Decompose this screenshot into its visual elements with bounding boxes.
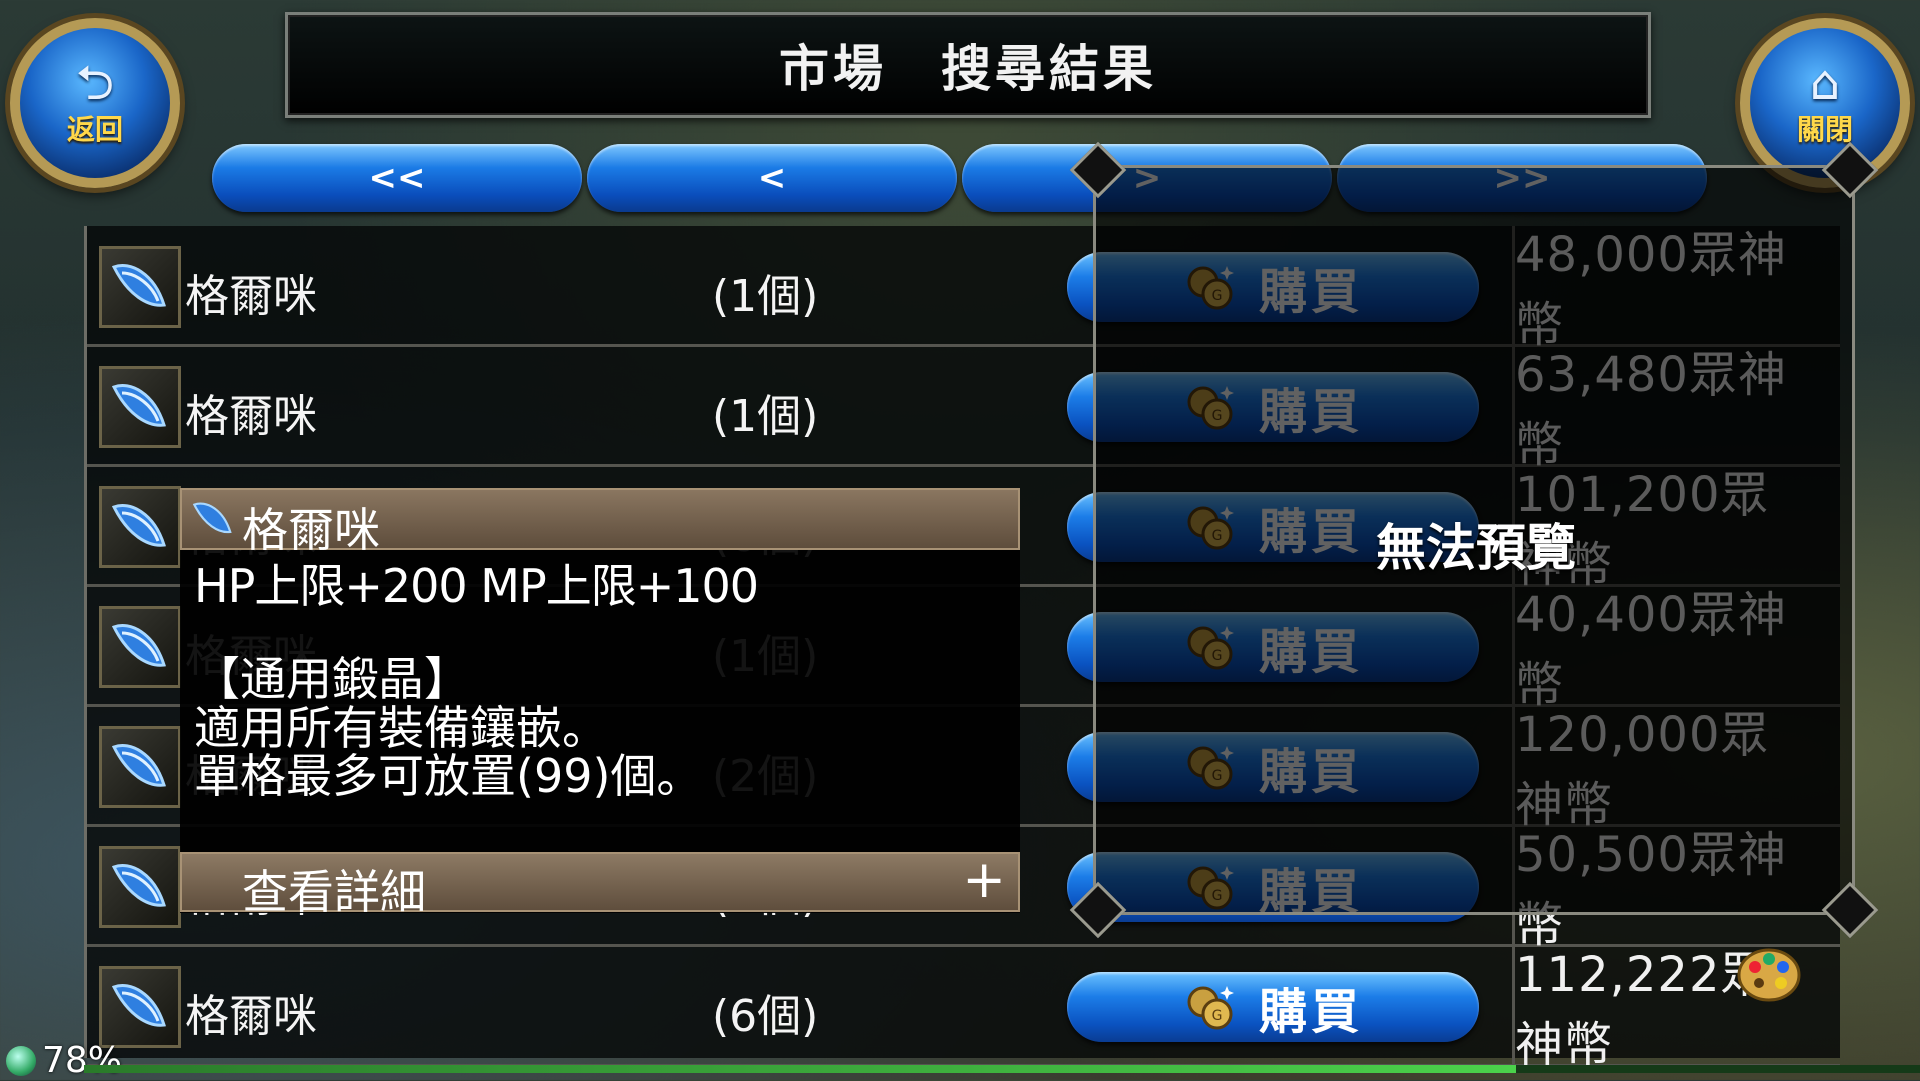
svg-text:G: G — [1212, 1008, 1223, 1024]
coins-icon: G — [1183, 980, 1237, 1034]
close-label: 關閉 — [1796, 113, 1853, 146]
progress-fill — [84, 1065, 1517, 1073]
plus-icon: + — [962, 850, 1006, 910]
preview-panel: 無法預覽 — [1069, 141, 1879, 939]
item-quantity: (1個) — [712, 391, 819, 442]
tooltip-stats: HP上限+200 MP上限+100 — [194, 559, 759, 613]
page-title: 市場 搜尋結果 — [779, 40, 1157, 98]
loading-percentage: 78% — [42, 1040, 123, 1081]
item-quantity: (1個) — [712, 271, 819, 322]
tooltip-header: 格爾咪 — [180, 488, 1020, 557]
buy-button[interactable]: G 購買 — [1067, 972, 1479, 1042]
back-arrow-icon: ⮌ — [75, 55, 115, 111]
loading-orb-icon — [6, 1046, 36, 1076]
crystal-item-icon — [99, 846, 181, 928]
prev-page-button[interactable]: < — [587, 144, 957, 212]
item-name: 格爾咪 — [185, 991, 317, 1042]
crystal-item-icon — [99, 966, 181, 1048]
crystal-item-icon — [99, 606, 181, 688]
back-label: 返回 — [66, 113, 123, 146]
prev-page-label: < — [757, 158, 787, 198]
list-item[interactable]: 格爾咪 (6個) G 購買 112,222眾神幣 — [87, 946, 1840, 1073]
buy-label: 購買 — [1258, 984, 1363, 1040]
crystal-item-icon — [99, 246, 181, 328]
close-button[interactable]: ⌂ 關閉 — [1740, 18, 1910, 188]
item-quantity: (6個) — [712, 991, 819, 1042]
item-tooltip: 格爾咪 HP上限+200 MP上限+100 【通用鍛晶】 適用所有裝備鑲嵌。 單… — [180, 488, 1020, 913]
crystal-item-icon — [99, 366, 181, 448]
crystal-item-icon — [99, 726, 181, 808]
first-page-label: << — [368, 158, 426, 198]
tooltip-crystal-icon — [190, 496, 236, 546]
item-name: 格爾咪 — [185, 271, 317, 322]
view-details-label: 查看詳細 — [242, 865, 426, 919]
home-icon: ⌂ — [1809, 55, 1841, 111]
item-name: 格爾咪 — [185, 391, 317, 442]
view-details-button[interactable]: 查看詳細 + — [180, 850, 1020, 919]
title-banner: 市場 搜尋結果 — [285, 12, 1651, 118]
preview-unavailable-text: 無法預覽 — [1376, 519, 1576, 577]
palette-icon[interactable] — [1735, 945, 1803, 1005]
tooltip-description: 單格最多可放置(99)個。 — [194, 749, 703, 803]
back-button[interactable]: ⮌ 返回 — [10, 18, 180, 188]
crystal-item-icon — [99, 486, 181, 568]
first-page-button[interactable]: << — [212, 144, 582, 212]
progress-bar — [84, 1065, 1920, 1073]
